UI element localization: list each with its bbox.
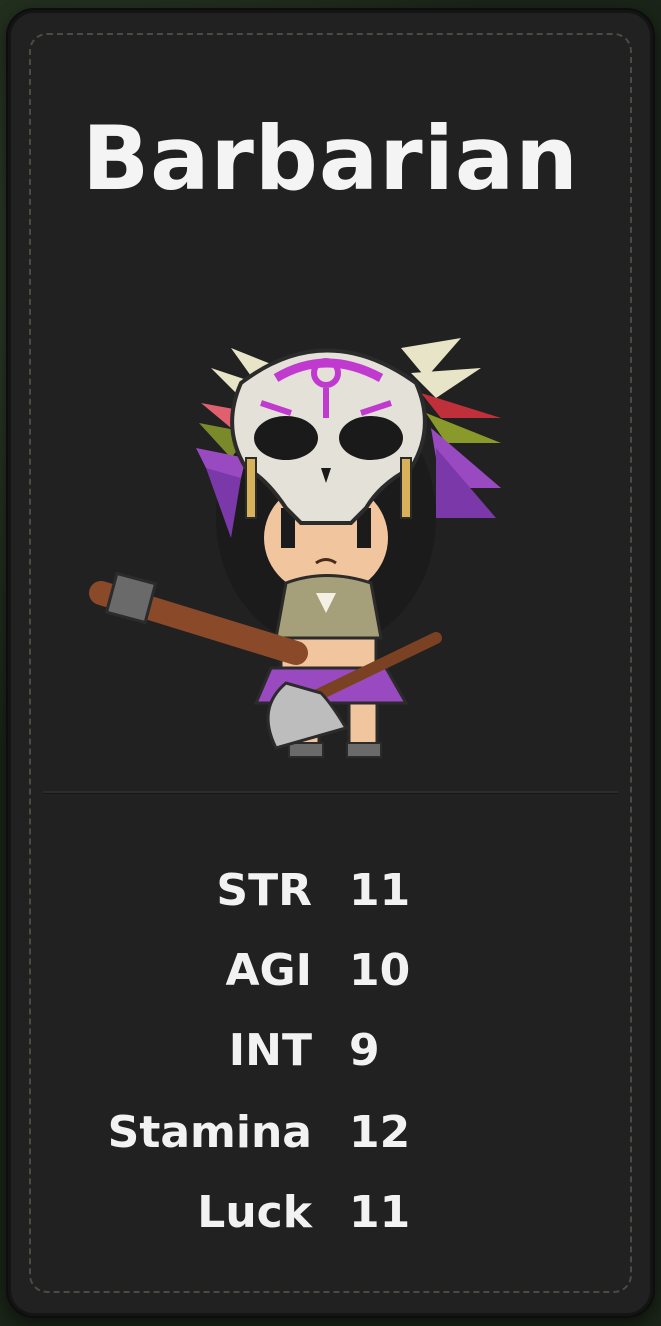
stat-label: AGI bbox=[225, 945, 312, 996]
stat-value: 10 bbox=[349, 945, 411, 996]
stat-label: INT bbox=[228, 1025, 312, 1076]
stat-row-luck: Luck 11 bbox=[11, 1187, 650, 1247]
class-card[interactable]: Barbarian STR 11 AGI 10 INT 9 Stamina 12… bbox=[8, 10, 653, 1316]
stat-value: 11 bbox=[349, 1187, 411, 1238]
class-title: Barbarian bbox=[82, 107, 579, 210]
stat-row-agi: AGI 10 bbox=[11, 945, 650, 1005]
stat-value: 11 bbox=[349, 865, 411, 916]
stat-row-stamina: Stamina 12 bbox=[11, 1107, 650, 1167]
stat-label: Stamina bbox=[107, 1107, 312, 1158]
barbarian-portrait-icon bbox=[89, 338, 501, 758]
stat-label: STR bbox=[216, 865, 312, 916]
section-divider bbox=[43, 791, 618, 794]
stat-value: 12 bbox=[349, 1107, 411, 1158]
stat-row-int: INT 9 bbox=[11, 1025, 650, 1085]
stat-row-str: STR 11 bbox=[11, 865, 650, 925]
stat-value: 9 bbox=[349, 1025, 380, 1076]
stat-label: Luck bbox=[197, 1187, 312, 1238]
